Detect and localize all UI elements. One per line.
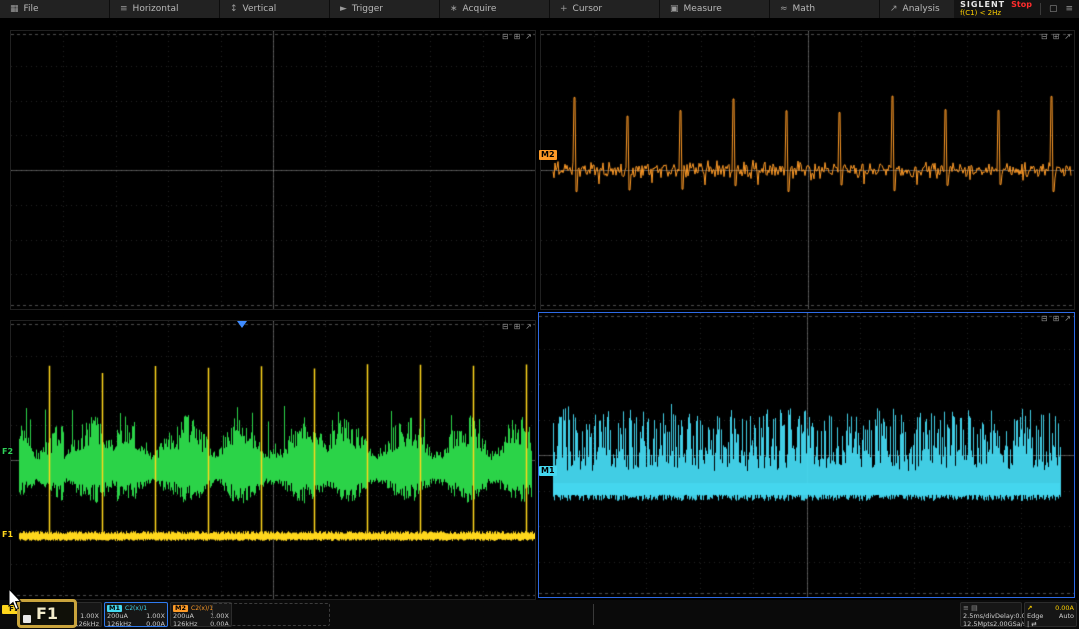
- file-icon: ▦: [10, 4, 19, 14]
- window-expand-icon[interactable]: ↗: [1064, 314, 1071, 323]
- brand-block: SIGLENT Stop f(C1) < 2Hz: [960, 1, 1032, 17]
- oscilloscope-screen: ▦File≡Horizontal↕Vertical►Trigger∗Acquir…: [0, 0, 1079, 629]
- menu-item-math[interactable]: ≈Math: [770, 0, 880, 18]
- memory-depth-icon: ≡ ▤: [963, 604, 978, 612]
- window-expand-icon[interactable]: ↗: [525, 32, 532, 41]
- siglent-logo: SIGLENT: [960, 1, 1005, 9]
- math-icon: ≈: [780, 4, 788, 14]
- trigger-mode: Auto: [1059, 612, 1074, 620]
- trace-label-f1[interactable]: F1: [1, 530, 14, 540]
- menu-item-horizontal[interactable]: ≡Horizontal: [110, 0, 220, 18]
- channel-descriptor-m1[interactable]: M1C2(x)/1200uA1.00X126kHz0.00A: [104, 602, 168, 627]
- graticule-canvas: [11, 31, 535, 309]
- window-minimize-icon[interactable]: ⊟: [502, 322, 509, 331]
- popup-label: F1: [36, 604, 58, 623]
- statusbar-divider: [593, 604, 594, 625]
- trigger-type: Edge: [1027, 612, 1043, 620]
- memory-depth: 12.5Mpts: [963, 620, 993, 628]
- timebase-descriptor[interactable]: ≡ ▤ 2.5ms/div Delay:0.00s 12.5Mpts 2.00G…: [960, 602, 1022, 627]
- measure-icon: ▣: [670, 4, 679, 14]
- window-controls: ⊟ ⊞ ↗: [502, 32, 532, 41]
- menubar-right-cluster: SIGLENT Stop f(C1) < 2Hz ▢ ≡: [954, 0, 1079, 18]
- waveform-window-2[interactable]: ⊟ ⊞ ↗: [540, 30, 1075, 310]
- menu-item-measure[interactable]: ▣Measure: [660, 0, 770, 18]
- acquire-icon: ∗: [450, 4, 458, 14]
- window-expand-icon[interactable]: ↗: [1064, 32, 1071, 41]
- trigger-icon: ►: [340, 4, 347, 14]
- menu-item-trigger[interactable]: ►Trigger: [330, 0, 440, 18]
- status-bar: F1 F2M 1X1.00X126kHzM1C2(x)/1200uA1.00X1…: [0, 600, 1079, 629]
- waveform-window-3[interactable]: ⊟ ⊞ ↗: [10, 320, 536, 600]
- trigger-position-marker[interactable]: [237, 321, 247, 328]
- graticule-canvas: [541, 31, 1074, 309]
- menu-bar: ▦File≡Horizontal↕Vertical►Trigger∗Acquir…: [0, 0, 1079, 18]
- divider: [1040, 3, 1041, 15]
- menu-item-acquire[interactable]: ∗Acquire: [440, 0, 550, 18]
- menu-icon[interactable]: ≡: [1065, 4, 1073, 14]
- menu-item-cursor[interactable]: +Cursor: [550, 0, 660, 18]
- waveform-window-1[interactable]: ⊟ ⊞ ↗: [10, 30, 536, 310]
- trace-label-f2[interactable]: F2: [1, 447, 14, 457]
- window-minimize-icon[interactable]: ⊟: [1041, 314, 1048, 323]
- window-grid-icon[interactable]: ⊞: [514, 32, 521, 41]
- display-icon[interactable]: ▢: [1049, 4, 1058, 14]
- popup-mini-icon: [23, 615, 31, 623]
- trigger-descriptor[interactable]: ↗ 0.00A Edge Auto | ⇄: [1024, 602, 1077, 627]
- sample-rate: 2.00GSa/s: [993, 620, 1026, 628]
- window-grid-icon[interactable]: ⊞: [1053, 32, 1060, 41]
- analysis-icon: ↗: [890, 4, 898, 14]
- horizontal-icon: ≡: [120, 4, 128, 14]
- f1-drag-popup: F1: [17, 599, 77, 628]
- vertical-icon: ↕: [230, 4, 238, 14]
- trigger-level: 0.00A: [1055, 604, 1074, 612]
- acquisition-status: Stop: [1011, 1, 1032, 9]
- window-expand-icon[interactable]: ↗: [525, 322, 532, 331]
- menu-item-file[interactable]: ▦File: [0, 0, 110, 18]
- trace-label-m2[interactable]: M2: [539, 150, 557, 160]
- window-controls: ⊟ ⊞ ↗: [1041, 314, 1071, 323]
- trigger-frequency-counter: f(C1) < 2Hz: [960, 9, 1001, 17]
- window-controls: ⊟ ⊞ ↗: [502, 322, 532, 331]
- window-controls: ⊟ ⊞ ↗: [1041, 32, 1071, 41]
- trigger-slope-icon: ↗: [1027, 604, 1032, 612]
- graticule-canvas: [539, 313, 1074, 597]
- window-minimize-icon[interactable]: ⊟: [1041, 32, 1048, 41]
- menu-item-vertical[interactable]: ↕Vertical: [220, 0, 330, 18]
- waveform-window-4-selected[interactable]: ⊟ ⊞ ↗: [538, 312, 1075, 598]
- mouse-cursor: [8, 589, 24, 611]
- window-grid-icon[interactable]: ⊞: [514, 322, 521, 331]
- window-grid-icon[interactable]: ⊞: [1053, 314, 1060, 323]
- window-minimize-icon[interactable]: ⊟: [502, 32, 509, 41]
- timebase-scale: 2.5ms/div: [963, 612, 995, 620]
- graticule-canvas: [11, 321, 535, 599]
- cursor-icon: +: [560, 4, 568, 14]
- empty-trace-slot[interactable]: [212, 603, 330, 626]
- trace-label-m1[interactable]: M1: [539, 466, 557, 476]
- trigger-coupling-icons: | ⇄: [1027, 620, 1037, 628]
